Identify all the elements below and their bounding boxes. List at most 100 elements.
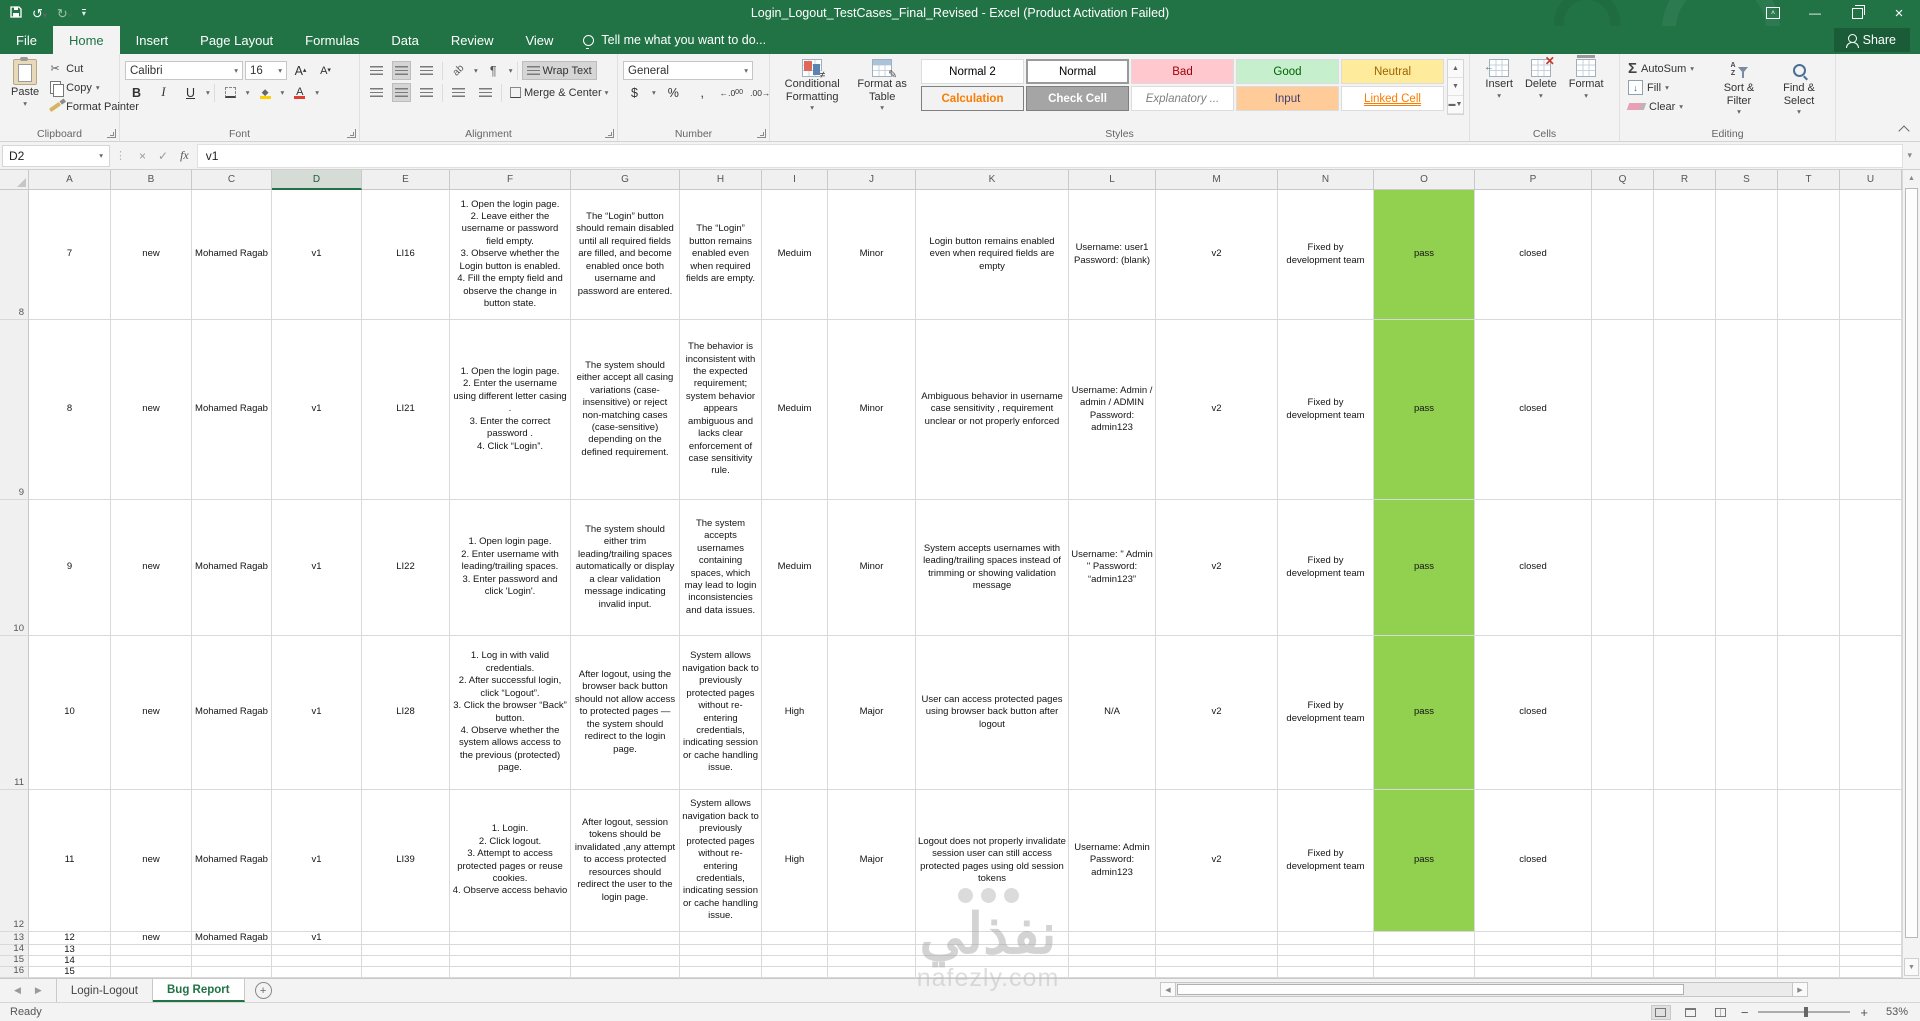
cell-H8[interactable]: The “Login” button remains enabled even … <box>680 190 762 320</box>
cell-M8[interactable]: v2 <box>1156 190 1278 320</box>
cell-B11[interactable]: new <box>111 636 192 790</box>
column-header-E[interactable]: E <box>362 170 450 190</box>
column-header-H[interactable]: H <box>680 170 762 190</box>
row-header-11[interactable]: 11 <box>0 636 29 790</box>
cell-D13[interactable]: v1 <box>272 932 362 945</box>
column-header-C[interactable]: C <box>192 170 272 190</box>
cell-U16[interactable] <box>1840 967 1902 978</box>
borders-button[interactable] <box>219 83 242 102</box>
cell-N13[interactable] <box>1278 932 1374 945</box>
cell-C13[interactable]: Mohamed Ragab <box>192 932 272 945</box>
cell-L12[interactable]: Username: Admin Password: admin123 <box>1069 790 1156 932</box>
cell-B8[interactable]: new <box>111 190 192 320</box>
cell-S16[interactable] <box>1716 967 1778 978</box>
cell-B12[interactable]: new <box>111 790 192 932</box>
orientation-button[interactable]: ab <box>447 61 470 80</box>
cell-C10[interactable]: Mohamed Ragab <box>192 500 272 636</box>
delete-cells-button[interactable]: ✕ Delete ▾ <box>1519 55 1563 101</box>
insert-function-icon[interactable]: fx <box>180 148 189 163</box>
cell-T12[interactable] <box>1778 790 1840 932</box>
scroll-right-icon[interactable]: ▶ <box>1792 982 1808 997</box>
sheet-nav-right-icon[interactable]: ▶ <box>35 985 42 996</box>
cell-O16[interactable] <box>1374 967 1475 978</box>
cell-K14[interactable] <box>916 945 1069 956</box>
cell-K11[interactable]: User can access protected pages using br… <box>916 636 1069 790</box>
cell-H14[interactable] <box>680 945 762 956</box>
top-align-button[interactable] <box>365 61 388 80</box>
cell-J14[interactable] <box>828 945 916 956</box>
cell-D12[interactable]: v1 <box>272 790 362 932</box>
collapse-ribbon-icon[interactable] <box>1898 125 1910 137</box>
cell-F16[interactable] <box>450 967 571 978</box>
ribbon-tab-page-layout[interactable]: Page Layout <box>184 26 289 54</box>
cell-U14[interactable] <box>1840 945 1902 956</box>
cell-T16[interactable] <box>1778 967 1840 978</box>
merge-center-button[interactable]: Merge & Center ▾ <box>506 83 612 102</box>
cell-H16[interactable] <box>680 967 762 978</box>
sheet-nav-left-icon[interactable]: ◀ <box>14 985 21 996</box>
cell-P14[interactable] <box>1475 945 1592 956</box>
cell-F9[interactable]: 1. Open the login page. 2. Enter the use… <box>450 320 571 500</box>
cell-S13[interactable] <box>1716 932 1778 945</box>
cell-C14[interactable] <box>192 945 272 956</box>
cell-N14[interactable] <box>1278 945 1374 956</box>
fill-color-button[interactable]: ◆ <box>254 83 277 102</box>
cell-style-linked-cell[interactable]: Linked Cell <box>1341 86 1444 111</box>
cell-J11[interactable]: Major <box>828 636 916 790</box>
cell-D11[interactable]: v1 <box>272 636 362 790</box>
column-header-N[interactable]: N <box>1278 170 1374 190</box>
cell-K13[interactable] <box>916 932 1069 945</box>
cell-J12[interactable]: Major <box>828 790 916 932</box>
cell-Q14[interactable] <box>1592 945 1654 956</box>
ribbon-tab-file[interactable]: File <box>0 26 53 54</box>
cell-R9[interactable] <box>1654 320 1716 500</box>
find-select-button[interactable]: Find & Select ▾ <box>1769 57 1829 118</box>
cell-P9[interactable]: closed <box>1475 320 1592 500</box>
enter-formula-icon[interactable]: ✓ <box>158 149 168 163</box>
minimize-button[interactable]: — <box>1794 0 1836 26</box>
formula-input[interactable]: v1 <box>196 143 1904 168</box>
cell-G14[interactable] <box>571 945 680 956</box>
page-break-view-button[interactable] <box>1711 1005 1731 1020</box>
cell-style-neutral[interactable]: Neutral <box>1341 59 1444 84</box>
close-button[interactable]: × <box>1878 0 1920 26</box>
align-right-button[interactable] <box>415 83 438 102</box>
scroll-left-icon[interactable]: ◀ <box>1160 982 1176 997</box>
cell-K9[interactable]: Ambiguous behavior in username case sens… <box>916 320 1069 500</box>
cell-Q12[interactable] <box>1592 790 1654 932</box>
cell-I15[interactable] <box>762 956 828 967</box>
comma-style-button[interactable]: , <box>691 83 714 102</box>
cell-E16[interactable] <box>362 967 450 978</box>
cell-D16[interactable] <box>272 967 362 978</box>
cell-E14[interactable] <box>362 945 450 956</box>
cell-U11[interactable] <box>1840 636 1902 790</box>
font-dialog-launcher[interactable] <box>347 129 356 138</box>
cell-U8[interactable] <box>1840 190 1902 320</box>
cell-B15[interactable] <box>111 956 192 967</box>
cell-F11[interactable]: 1. Log in with valid credentials. 2. Aft… <box>450 636 571 790</box>
row-header-9[interactable]: 9 <box>0 320 29 500</box>
cell-M14[interactable] <box>1156 945 1278 956</box>
column-header-I[interactable]: I <box>762 170 828 190</box>
cell-M13[interactable] <box>1156 932 1278 945</box>
cell-I10[interactable]: Meduim <box>762 500 828 636</box>
format-as-table-button[interactable]: ✎ Format as Table ▾ <box>849 57 915 114</box>
cell-style-good[interactable]: Good <box>1236 59 1339 84</box>
cell-O13[interactable] <box>1374 932 1475 945</box>
cell-L10[interactable]: Username: " Admin " Password: “admin123” <box>1069 500 1156 636</box>
alignment-dialog-launcher[interactable] <box>605 129 614 138</box>
cell-style-check-cell[interactable]: Check Cell <box>1026 86 1129 111</box>
column-header-P[interactable]: P <box>1475 170 1592 190</box>
cell-H12[interactable]: System allows navigation back to previou… <box>680 790 762 932</box>
cell-E9[interactable]: LI21 <box>362 320 450 500</box>
column-header-B[interactable]: B <box>111 170 192 190</box>
number-format-select[interactable]: General ▾ <box>623 61 753 80</box>
align-center-button[interactable] <box>392 83 411 102</box>
cell-F14[interactable] <box>450 945 571 956</box>
paste-button[interactable]: Paste ▾ <box>5 57 45 109</box>
column-header-Q[interactable]: Q <box>1592 170 1654 190</box>
font-size-select[interactable]: 16 ▾ <box>245 61 287 80</box>
cell-L15[interactable] <box>1069 956 1156 967</box>
bold-button[interactable]: B <box>125 83 148 102</box>
cell-C9[interactable]: Mohamed Ragab <box>192 320 272 500</box>
